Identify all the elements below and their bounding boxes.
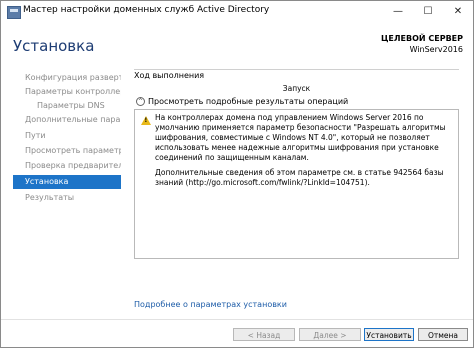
footer-divider	[1, 319, 473, 320]
close-button[interactable]: ✕	[443, 1, 473, 22]
step-prerequisites-check[interactable]: Проверка предварительн...	[13, 159, 121, 173]
step-paths[interactable]: Пути	[13, 129, 121, 143]
main-content: Ход выполнения Запуск ^ Просмотреть подро…	[134, 69, 459, 319]
launch-status: Запуск	[282, 84, 311, 93]
step-additional-options[interactable]: Дополнительные парам...	[13, 113, 121, 127]
step-deployment-config[interactable]: Конфигурация разверты...	[13, 71, 121, 85]
target-server-name: WinServ2016	[409, 45, 463, 54]
step-dns-options[interactable]: Параметры DNS	[13, 99, 121, 113]
step-results[interactable]: Результаты	[13, 191, 121, 205]
progress-bar	[134, 69, 459, 70]
step-review-options[interactable]: Просмотреть параметры	[13, 144, 121, 158]
app-icon	[7, 6, 21, 19]
cancel-button[interactable]: Отмена	[418, 328, 468, 341]
warning-more-info: Дополнительные сведения об этом параметр…	[155, 168, 444, 187]
window-title: Мастер настройки доменных служб Active D…	[23, 5, 270, 15]
details-toggle-label: Просмотреть подробные результаты операци…	[148, 97, 349, 106]
target-server-label: ЦЕЛЕВОЙ СЕРВЕР	[381, 34, 463, 43]
warning-icon: !	[141, 116, 151, 125]
collapse-icon[interactable]: ^	[136, 97, 145, 106]
next-button[interactable]: Далее >	[299, 328, 361, 341]
step-installation[interactable]: Установка	[13, 175, 121, 189]
title-bar: Мастер настройки доменных служб Active D…	[1, 1, 473, 23]
maximize-button[interactable]: ☐	[413, 1, 443, 22]
wizard-window: Мастер настройки доменных служб Active D…	[0, 0, 474, 348]
warning-message: На контроллерах домена под управлением W…	[155, 113, 446, 162]
details-panel[interactable]: ! На контроллерах домена под управлением…	[134, 109, 459, 259]
more-about-options-link[interactable]: Подробнее о параметрах установки	[134, 300, 287, 309]
wizard-steps: Конфигурация разверты... Параметры контр…	[13, 71, 123, 311]
install-button[interactable]: Установить	[364, 328, 414, 341]
wizard-header: Установка ЦЕЛЕВОЙ СЕРВЕР WinServ2016	[1, 23, 473, 69]
minimize-button[interactable]: —	[383, 1, 413, 22]
progress-label: Ход выполнения	[134, 71, 205, 80]
back-button[interactable]: < Назад	[233, 328, 295, 341]
page-title: Установка	[13, 37, 95, 55]
step-dc-options[interactable]: Параметры контроллера...	[13, 85, 121, 99]
details-toggle[interactable]: ^ Просмотреть подробные результаты операц…	[136, 97, 348, 106]
